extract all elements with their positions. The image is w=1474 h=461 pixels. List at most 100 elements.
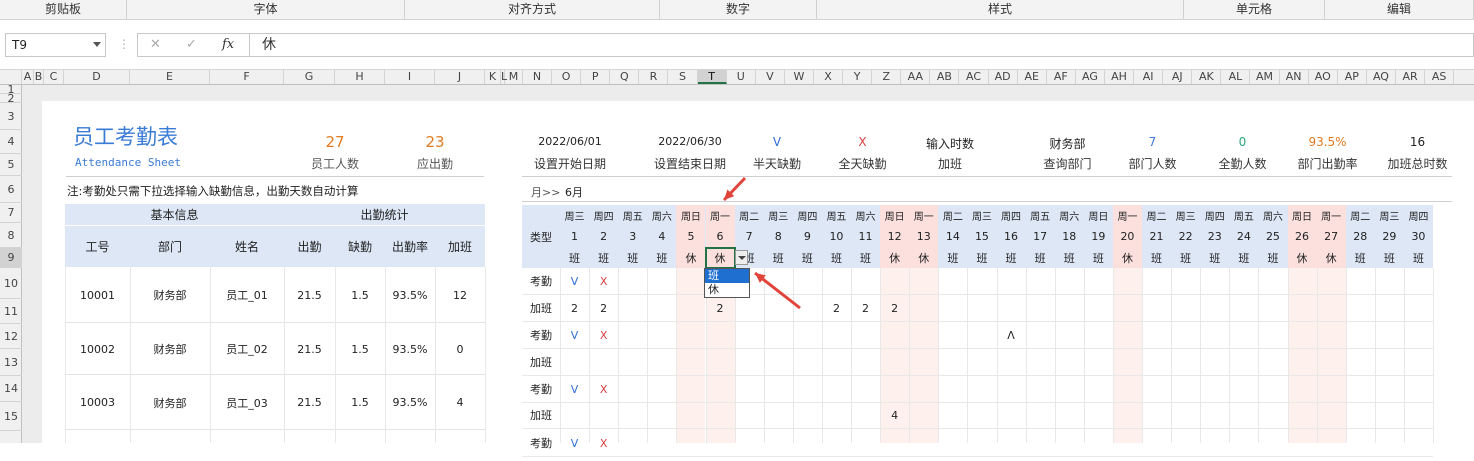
row-header-12[interactable]: 12: [0, 324, 22, 349]
type-cell[interactable]: 班: [589, 248, 618, 268]
row-header-9[interactable]: 9: [0, 248, 22, 268]
row-header-15[interactable]: 15: [0, 402, 22, 431]
type-cell[interactable]: 班: [1142, 248, 1171, 268]
type-cell[interactable]: 班: [1229, 248, 1258, 268]
column-header-AB[interactable]: AB: [930, 70, 960, 84]
type-cell[interactable]: 班: [793, 248, 822, 268]
type-cell[interactable]: 班: [1346, 248, 1375, 268]
attendance-mark[interactable]: 2: [589, 295, 618, 321]
column-header-C[interactable]: C: [44, 70, 64, 84]
attendance-mark[interactable]: Λ: [997, 322, 1026, 348]
column-header-Y[interactable]: Y: [843, 70, 873, 84]
column-header-S[interactable]: S: [669, 70, 698, 84]
column-header-U[interactable]: U: [727, 70, 756, 84]
column-header-O[interactable]: O: [552, 70, 582, 84]
column-header-AP[interactable]: AP: [1338, 70, 1367, 84]
attendance-mark[interactable]: 4: [880, 402, 909, 428]
chevron-down-icon[interactable]: [738, 256, 746, 260]
row-header-14[interactable]: 14: [0, 376, 22, 402]
cancel-icon[interactable]: ✕: [150, 37, 161, 52]
attendance-mark[interactable]: X: [589, 430, 618, 456]
column-header-N[interactable]: N: [523, 70, 553, 84]
column-header-J[interactable]: J: [435, 70, 485, 84]
name-box[interactable]: T9: [5, 33, 106, 57]
attendance-mark[interactable]: X: [589, 268, 618, 294]
column-header-AG[interactable]: AG: [1076, 70, 1105, 84]
column-header-X[interactable]: X: [814, 70, 844, 84]
type-cell[interactable]: 休: [1113, 248, 1142, 268]
attendance-mark[interactable]: 2: [706, 295, 735, 321]
row-header-2[interactable]: 2: [0, 93, 22, 104]
type-cell[interactable]: 班: [1375, 248, 1404, 268]
row-header-6[interactable]: 6: [0, 176, 22, 203]
type-cell[interactable]: 休: [676, 248, 705, 268]
row-header-4[interactable]: 4: [0, 130, 22, 154]
column-header-V[interactable]: V: [756, 70, 785, 84]
column-header-G[interactable]: G: [284, 70, 335, 84]
attendance-mark[interactable]: 2: [851, 295, 880, 321]
type-cell[interactable]: 班: [1026, 248, 1055, 268]
type-cell[interactable]: 班: [618, 248, 647, 268]
type-cell[interactable]: 班: [997, 248, 1026, 268]
type-cell[interactable]: 班: [1258, 248, 1287, 268]
attendance-mark[interactable]: 2: [822, 295, 851, 321]
type-cell[interactable]: 班: [1171, 248, 1200, 268]
attendance-mark[interactable]: V: [560, 376, 589, 402]
type-cell[interactable]: 休: [909, 248, 938, 268]
type-cell[interactable]: 班: [647, 248, 676, 268]
type-cell[interactable]: 班: [822, 248, 851, 268]
attendance-mark[interactable]: V: [560, 430, 589, 456]
type-cell[interactable]: 休: [1288, 248, 1317, 268]
column-header-F[interactable]: F: [210, 70, 284, 84]
type-cell[interactable]: 班: [1055, 248, 1084, 268]
type-cell[interactable]: 班: [1404, 248, 1433, 268]
type-cell[interactable]: 班: [560, 248, 589, 268]
column-header-P[interactable]: P: [581, 70, 611, 84]
row-header-11[interactable]: 11: [0, 299, 22, 324]
column-header-I[interactable]: I: [385, 70, 435, 84]
row-header-10[interactable]: 10: [0, 268, 22, 299]
dropdown-option[interactable]: 休: [705, 283, 749, 297]
column-header-H[interactable]: H: [335, 70, 385, 84]
column-header-AA[interactable]: AA: [901, 70, 931, 84]
column-header-W[interactable]: W: [785, 70, 814, 84]
insert-function-icon[interactable]: fx: [222, 37, 234, 52]
column-header-AD[interactable]: AD: [989, 70, 1018, 84]
column-header-AR[interactable]: AR: [1396, 70, 1426, 84]
column-header-K[interactable]: K: [485, 70, 501, 84]
column-header-A[interactable]: A: [22, 70, 34, 84]
dropdown-option[interactable]: 班: [705, 269, 749, 283]
row-header-7[interactable]: 7: [0, 203, 22, 223]
attendance-mark[interactable]: V: [560, 322, 589, 348]
type-cell[interactable]: 班: [1200, 248, 1229, 268]
row-header-3[interactable]: 3: [0, 103, 22, 130]
column-header-AJ[interactable]: AJ: [1163, 70, 1193, 84]
column-header-AM[interactable]: AM: [1251, 70, 1280, 84]
column-header-R[interactable]: R: [639, 70, 669, 84]
column-header-AF[interactable]: AF: [1047, 70, 1076, 84]
type-cell[interactable]: 休: [880, 248, 909, 268]
column-header-AK[interactable]: AK: [1192, 70, 1222, 84]
column-header-Q[interactable]: Q: [610, 70, 640, 84]
type-cell[interactable]: 班: [938, 248, 967, 268]
column-header-Z[interactable]: Z: [872, 70, 902, 84]
attendance-mark[interactable]: X: [589, 376, 618, 402]
column-header-M[interactable]: M: [505, 70, 523, 84]
attendance-mark[interactable]: V: [560, 268, 589, 294]
column-header-AN[interactable]: AN: [1280, 70, 1309, 84]
attendance-mark[interactable]: X: [589, 322, 618, 348]
column-header-T[interactable]: T: [697, 70, 727, 84]
column-header-AL[interactable]: AL: [1221, 70, 1251, 84]
type-cell[interactable]: 班: [851, 248, 880, 268]
dropdown-list[interactable]: 班休: [704, 268, 750, 298]
column-header-D[interactable]: D: [64, 70, 130, 84]
attendance-mark[interactable]: 2: [880, 295, 909, 321]
column-header-AI[interactable]: AI: [1134, 70, 1164, 84]
column-header-AS[interactable]: AS: [1425, 70, 1455, 84]
formula-input[interactable]: 休: [250, 33, 1474, 57]
type-cell[interactable]: 班: [1084, 248, 1113, 268]
column-header-AO[interactable]: AO: [1309, 70, 1338, 84]
column-header-AH[interactable]: AH: [1105, 70, 1135, 84]
column-header-AE[interactable]: AE: [1018, 70, 1047, 84]
column-header-AQ[interactable]: AQ: [1367, 70, 1396, 84]
